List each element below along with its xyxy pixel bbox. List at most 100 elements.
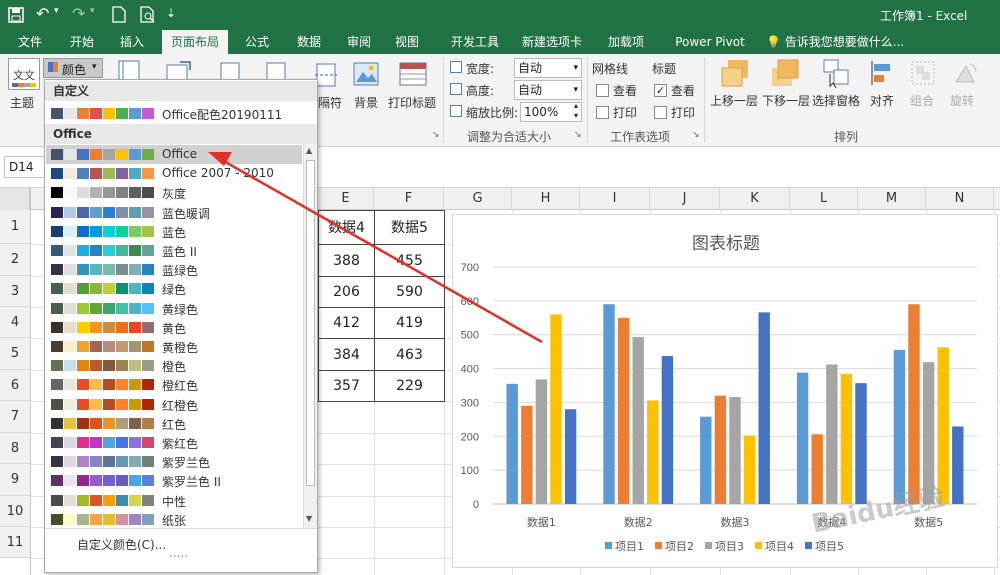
custom-color-item[interactable]: Office配色20190111 xyxy=(46,104,302,123)
table-cell[interactable]: 455 xyxy=(374,244,445,277)
background-label[interactable]: 背景 xyxy=(354,94,378,111)
column-header-M[interactable]: M xyxy=(858,188,926,210)
table-cell[interactable]: 419 xyxy=(374,307,445,339)
scale-input[interactable]: 100% ▴ ▾ xyxy=(520,101,582,122)
send-backward-icon[interactable] xyxy=(770,58,800,88)
send-backward-label[interactable]: 下移一层 xyxy=(762,92,810,109)
theme-color-item[interactable]: Office 2007 - 2010 xyxy=(46,164,302,183)
theme-color-item[interactable]: 红色 xyxy=(46,414,302,433)
theme-color-item[interactable]: 黄橙色 xyxy=(46,337,302,356)
align-label[interactable]: 对齐 xyxy=(870,92,894,109)
dialog-launcher-icon[interactable]: ↘ xyxy=(574,130,582,140)
gridlines-view-checkbox[interactable] xyxy=(596,84,609,97)
theme-color-item[interactable]: 黄色 xyxy=(46,318,302,337)
row-header-4[interactable]: 4 xyxy=(0,307,30,338)
theme-color-item[interactable]: 黄绿色 xyxy=(46,299,302,318)
theme-color-item[interactable]: 紫罗兰色 II xyxy=(46,471,302,490)
column-header-H[interactable]: H xyxy=(512,188,580,210)
table-cell[interactable]: 357 xyxy=(318,370,375,402)
column-header-J[interactable]: J xyxy=(650,188,720,210)
row-header-1[interactable]: 1 xyxy=(0,210,30,244)
column-header-K[interactable]: K xyxy=(720,188,790,210)
column-header-N[interactable]: N xyxy=(926,188,994,210)
theme-color-item[interactable]: 中性 xyxy=(46,491,302,510)
chart-title[interactable]: 图表标题 xyxy=(453,229,999,254)
column-header-L[interactable]: L xyxy=(790,188,858,210)
scroll-down-icon[interactable]: ▼ xyxy=(306,514,312,523)
theme-color-item[interactable]: 橙色 xyxy=(46,356,302,375)
scrollbar-thumb[interactable] xyxy=(306,160,315,486)
theme-color-item[interactable]: 纸张 xyxy=(46,510,302,529)
tab-7[interactable]: 视图 xyxy=(390,30,424,54)
row-header-7[interactable]: 7 xyxy=(0,401,30,433)
resize-grip[interactable]: ..... xyxy=(169,546,188,560)
theme-color-item[interactable]: 紫红色 xyxy=(46,433,302,452)
theme-color-item[interactable]: 红橙色 xyxy=(46,395,302,414)
table-cell[interactable]: 数据4 xyxy=(318,210,375,245)
save-icon[interactable] xyxy=(8,7,24,23)
tab-4[interactable]: 公式 xyxy=(238,30,276,54)
tab-11[interactable]: Power Pivot xyxy=(664,30,756,54)
column-header-E[interactable]: E xyxy=(318,188,374,210)
tab-9[interactable]: 新建选项卡 xyxy=(518,30,586,54)
tab-1[interactable]: 开始 xyxy=(62,30,102,54)
chevron-down-icon[interactable]: ▾ xyxy=(54,6,59,16)
theme-color-item[interactable]: 蓝色 II xyxy=(46,241,302,260)
selection-pane-label[interactable]: 选择窗格 xyxy=(812,92,860,109)
tab-0[interactable]: 文件 xyxy=(16,30,44,54)
column-header-F[interactable]: F xyxy=(374,188,444,210)
theme-label[interactable]: 主题 xyxy=(10,94,34,111)
theme-color-item[interactable]: 紫罗兰色 xyxy=(46,452,302,471)
row-header-8[interactable]: 8 xyxy=(0,433,30,464)
tab-5[interactable]: 数据 xyxy=(290,30,328,54)
theme-icon[interactable]: 文文 xyxy=(8,58,40,90)
table-cell[interactable]: 590 xyxy=(374,276,445,308)
dropdown-scrollbar[interactable]: ▲ ▼ xyxy=(303,144,317,528)
tab-8[interactable]: 开发工具 xyxy=(444,30,506,54)
row-header-3[interactable]: 3 xyxy=(0,276,30,307)
background-icon[interactable] xyxy=(353,62,379,86)
tab-6[interactable]: 审阅 xyxy=(342,30,376,54)
print-preview-icon[interactable] xyxy=(140,6,156,23)
print-titles-label[interactable]: 打印标题 xyxy=(388,94,436,111)
breaks-label[interactable]: 隔符 xyxy=(318,94,342,111)
table-cell[interactable]: 229 xyxy=(374,370,445,402)
theme-color-item[interactable]: 蓝绿色 xyxy=(46,260,302,279)
select-all-corner[interactable] xyxy=(0,188,30,210)
breaks-icon[interactable] xyxy=(315,62,337,88)
tab-2[interactable]: 插入 xyxy=(114,30,150,54)
theme-color-item[interactable]: 灰度 xyxy=(46,183,302,202)
customize-toolbar-icon[interactable]: ⇣ xyxy=(166,6,176,20)
column-header-I[interactable]: I xyxy=(580,188,650,210)
theme-color-item[interactable]: 橙红色 xyxy=(46,375,302,394)
theme-color-item[interactable]: 蓝色暖调 xyxy=(46,203,302,222)
new-document-icon[interactable] xyxy=(112,6,126,23)
row-header-5[interactable]: 5 xyxy=(0,338,30,370)
tab-10[interactable]: 加载项 xyxy=(602,30,650,54)
gridlines-print-checkbox[interactable] xyxy=(596,106,609,119)
bring-forward-label[interactable]: 上移一层 xyxy=(710,92,758,109)
print-titles-icon[interactable] xyxy=(398,62,428,86)
width-select[interactable]: 自动 ▾ xyxy=(514,58,582,78)
row-header-10[interactable]: 10 xyxy=(0,496,30,527)
dialog-launcher-icon[interactable]: ↘ xyxy=(692,130,700,140)
table-cell[interactable]: 463 xyxy=(374,338,445,371)
table-cell[interactable]: 388 xyxy=(318,244,375,277)
theme-color-item[interactable]: Office xyxy=(46,145,302,164)
undo-icon[interactable]: ↶ xyxy=(36,4,49,23)
headings-view-checkbox[interactable]: ✓ xyxy=(654,84,667,97)
row-header-9[interactable]: 9 xyxy=(0,464,30,496)
custom-colors-link[interactable]: 自定义颜色(C)... xyxy=(77,536,166,553)
table-cell[interactable]: 数据5 xyxy=(374,210,445,245)
theme-color-item[interactable]: 绿色 xyxy=(46,279,302,298)
redo-icon[interactable]: ↷ xyxy=(72,4,85,23)
colors-button[interactable]: 颜色 ▾ xyxy=(43,58,103,78)
selection-pane-icon[interactable] xyxy=(822,58,852,88)
column-header-G[interactable]: G xyxy=(444,188,512,210)
tab-3[interactable]: 页面布局 xyxy=(162,30,228,54)
scroll-up-icon[interactable]: ▲ xyxy=(306,146,312,155)
row-header-2[interactable]: 2 xyxy=(0,244,30,276)
table-cell[interactable]: 412 xyxy=(318,307,375,339)
theme-color-item[interactable]: 蓝色 xyxy=(46,222,302,241)
headings-print-checkbox[interactable] xyxy=(654,106,667,119)
